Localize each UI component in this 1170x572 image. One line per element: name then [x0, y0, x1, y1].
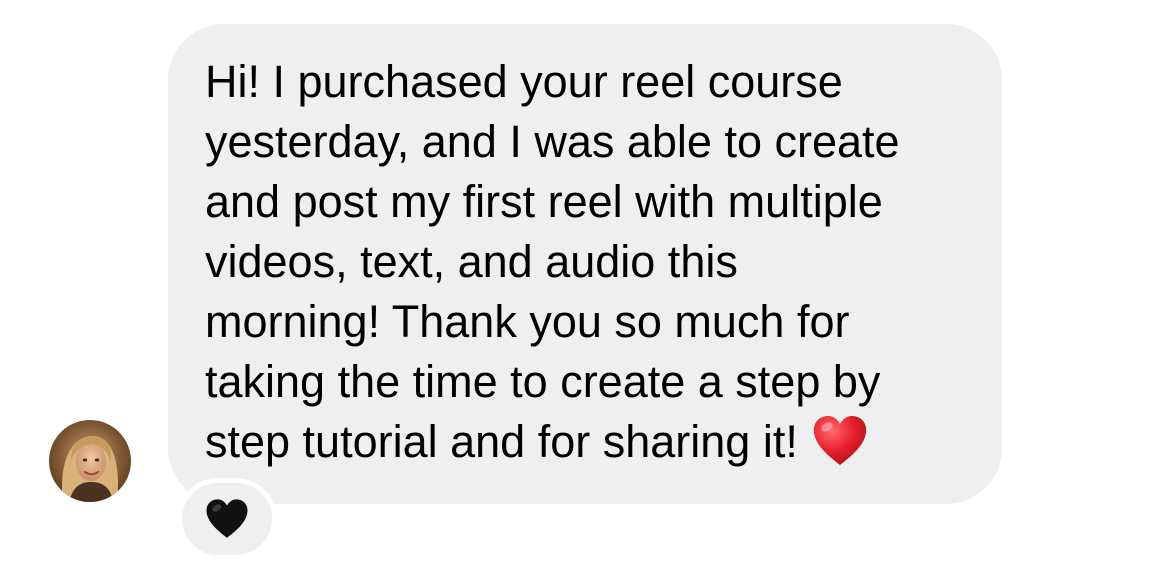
- red-heart-icon: [813, 416, 866, 465]
- message-text: Hi! I purchased your reel course yesterd…: [205, 52, 900, 472]
- message-line: morning! Thank you so much for: [205, 296, 850, 347]
- avatar[interactable]: [49, 420, 131, 502]
- message-line: yesterday, and I was able to create: [205, 116, 900, 167]
- reaction-badge[interactable]: [182, 483, 272, 555]
- message-line: Hi! I purchased your reel course: [205, 56, 843, 107]
- black-heart-icon: [206, 499, 248, 538]
- message-line: videos, text, and audio this: [205, 236, 738, 287]
- avatar-photo: [49, 420, 131, 502]
- message-line-last: step tutorial and for sharing it!: [205, 412, 900, 472]
- message-line: taking the time to create a step by: [205, 356, 881, 407]
- message-line: step tutorial and for sharing it!: [205, 416, 798, 467]
- message-line: and post my first reel with multiple: [205, 176, 883, 227]
